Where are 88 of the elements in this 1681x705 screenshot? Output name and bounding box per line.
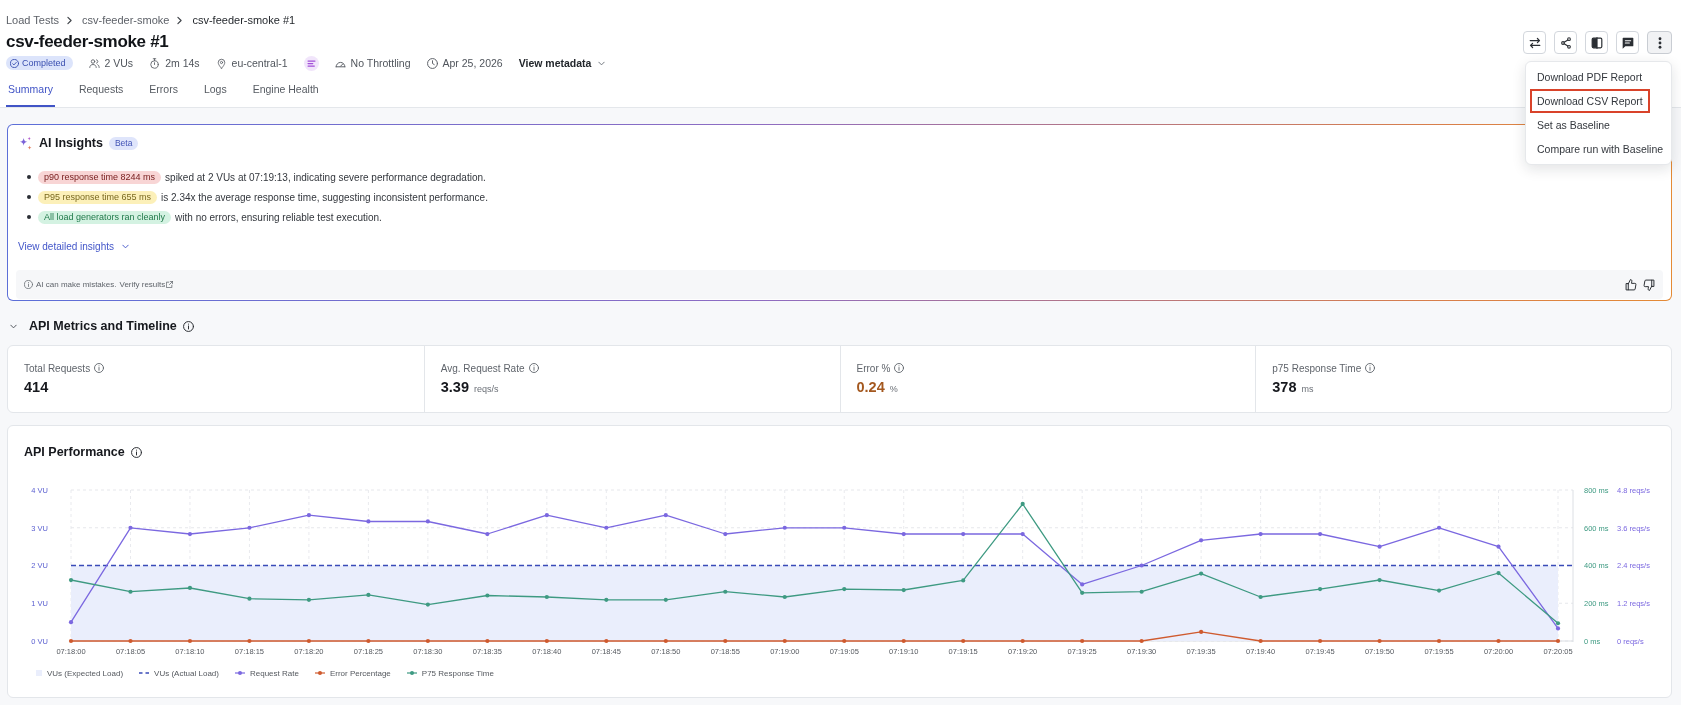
legend-label: P75 Response Time — [421, 668, 494, 678]
metric-label: Total Requests — [24, 362, 91, 374]
tab[interactable]: Engine Health — [250, 72, 321, 107]
meta-label: 2m 14s — [165, 57, 200, 69]
info-icon — [182, 320, 194, 332]
tab[interactable]: Errors — [147, 72, 180, 107]
breadcrumb-link[interactable]: csv-feeder-smoke — [82, 13, 170, 27]
menu-item[interactable]: Compare run with Baseline — [1530, 137, 1671, 161]
legend-label: Request Rate — [249, 668, 299, 678]
comment-icon — [1621, 36, 1634, 49]
stopwatch-icon — [149, 57, 161, 69]
sparkle-icon — [18, 135, 33, 151]
disclaimer-text: AI can make mistakes. — [36, 280, 117, 289]
beta-badge: Beta — [108, 136, 139, 150]
metric-unit: reqs/s — [474, 383, 499, 396]
metric-unit: ms — [1301, 383, 1314, 396]
metric-value: 0.24 — [856, 378, 885, 397]
menu-item[interactable]: Download CSV Report — [1530, 89, 1650, 113]
legend-line-icon — [314, 671, 325, 675]
chevron-right-icon — [177, 15, 183, 25]
view-insights-link[interactable]: View detailed insights — [18, 238, 129, 254]
insight-tag: p90 response time 8244 ms — [38, 170, 162, 184]
chart-title: API Performance — [24, 445, 125, 459]
tab[interactable]: Summary — [6, 72, 55, 107]
meta-label: No Throttling — [350, 57, 411, 69]
section-title: API Metrics and Timeline — [29, 319, 177, 333]
info-icon — [94, 363, 105, 373]
legend-label: VUs (Actual Load) — [154, 668, 219, 678]
legend-dashed-line-icon — [139, 671, 150, 675]
toolbar-button[interactable] — [1647, 31, 1672, 54]
chevron-down-icon — [598, 60, 606, 66]
insights-title: AI Insights — [39, 136, 103, 150]
info-icon — [130, 446, 142, 458]
bullet-icon — [27, 195, 31, 199]
toolbar-button[interactable] — [1554, 31, 1577, 54]
toolbar-button[interactable] — [1585, 31, 1608, 54]
insight-text: with no errors, ensuring reliable test execution. — [175, 211, 382, 223]
metric-value: 378 — [1272, 378, 1297, 397]
insight-tag: All load generators ran cleanly — [38, 210, 172, 224]
status-label: Completed — [22, 57, 66, 70]
metric-value: 414 — [24, 378, 49, 397]
more-vertical-icon — [1657, 36, 1662, 49]
compare-icon — [1590, 36, 1603, 49]
legend-label: VUs (Expected Load) — [47, 668, 124, 678]
toolbar-button[interactable] — [1523, 31, 1546, 54]
insight-tag: P95 response time 655 ms — [38, 190, 158, 204]
info-icon — [528, 363, 539, 373]
insight-text: is 2.34x the average response time, suggesting inconsistent performance. — [161, 191, 488, 203]
breadcrumb-link[interactable]: Load Tests — [6, 13, 59, 27]
metric-label: Error % — [856, 362, 891, 374]
chevron-down-icon — [122, 243, 129, 249]
metric-value: 3.39 — [440, 378, 469, 397]
chevron-down-icon[interactable] — [10, 323, 17, 329]
users-icon — [88, 57, 100, 69]
bullet-icon — [27, 215, 31, 219]
legend-label: Error Percentage — [329, 668, 391, 678]
list-icon — [303, 55, 319, 71]
page-title: csv-feeder-smoke #1 — [6, 31, 170, 53]
insight-text: spiked at 2 VUs at 07:19:13, indicating severe performance degradation. — [165, 171, 486, 183]
breadcrumb-link[interactable]: csv-feeder-smoke #1 — [192, 13, 296, 27]
meta-label: 2 VUs — [104, 57, 134, 69]
menu-item[interactable]: Download PDF Report — [1530, 65, 1650, 89]
thumbs-up-icon[interactable] — [1625, 278, 1637, 291]
thumbs-down-icon[interactable] — [1643, 278, 1655, 291]
bullet-icon — [27, 175, 31, 179]
view-metadata-button[interactable]: View metadata — [518, 57, 606, 69]
info-icon — [1365, 363, 1376, 373]
tab[interactable]: Requests — [76, 72, 126, 107]
metric-label: Avg. Request Rate — [440, 362, 525, 374]
metric-label: p75 Response Time — [1272, 362, 1362, 374]
toolbar-button[interactable] — [1616, 31, 1639, 54]
verify-link[interactable]: Verify results — [119, 280, 166, 289]
menu-item[interactable]: Set as Baseline — [1530, 113, 1617, 137]
info-icon — [24, 280, 33, 289]
swap-arrows-icon — [1528, 36, 1541, 49]
meta-label: eu-central-1 — [231, 57, 288, 69]
clock-icon — [426, 57, 438, 69]
external-link-icon — [166, 281, 174, 288]
metric-unit: % — [889, 383, 898, 396]
check-circle-icon — [10, 58, 19, 68]
legend-line-icon — [406, 671, 417, 675]
location-pin-icon — [215, 57, 227, 69]
share-icon — [1559, 36, 1572, 49]
tab[interactable]: Logs — [201, 72, 229, 107]
info-icon — [894, 363, 905, 373]
legend-line-icon — [234, 671, 245, 675]
chevron-right-icon — [67, 15, 72, 25]
meta-label: Apr 25, 2026 — [442, 57, 503, 69]
